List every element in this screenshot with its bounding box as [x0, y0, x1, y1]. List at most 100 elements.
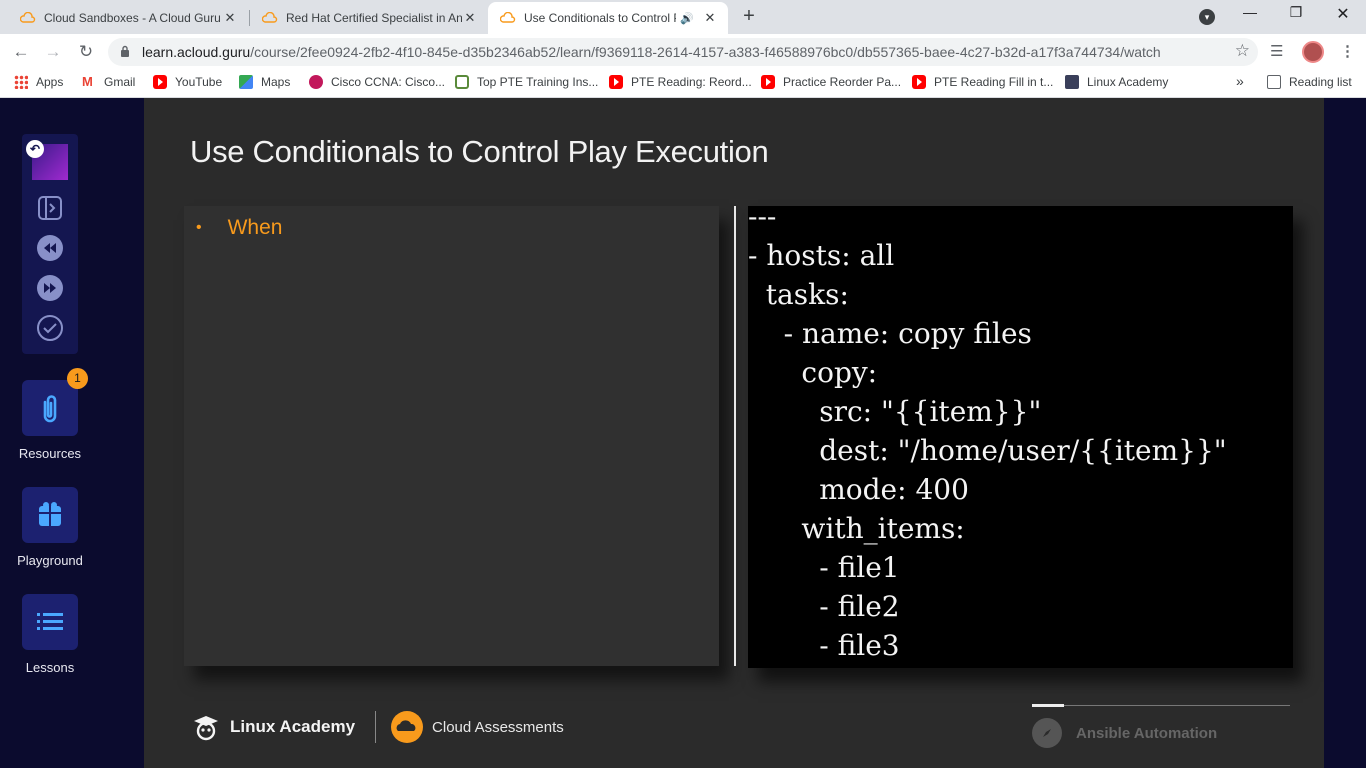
playground-label[interactable]: Playground: [0, 553, 100, 568]
back-icon[interactable]: ←: [10, 41, 32, 63]
gmail-icon: M: [82, 74, 93, 89]
restore-button[interactable]: ❐: [1273, 4, 1319, 21]
rewind-icon[interactable]: [36, 234, 64, 262]
forward-icon[interactable]: →: [42, 41, 64, 63]
footer-branding: Linux Academy Cloud Assessments: [192, 710, 564, 744]
cloud-assessments-text: Cloud Assessments: [432, 718, 564, 736]
tab-title: Red Hat Certified Specialist in An: [286, 11, 462, 25]
tab-title: Use Conditionals to Control P: [524, 11, 677, 25]
paperclip-icon: [43, 395, 57, 423]
back-arrow-icon[interactable]: ↶: [26, 140, 44, 158]
code-line: - hosts: all: [748, 239, 895, 272]
bookmark-cisco[interactable]: Cisco CCNA: Cisco...: [309, 75, 445, 89]
tab-cloud-sandboxes[interactable]: Cloud Sandboxes - A Cloud Guru ✕: [8, 2, 248, 34]
toggle-panel-icon[interactable]: [36, 194, 64, 222]
media-control-icon[interactable]: ☰: [1270, 42, 1283, 60]
tab-search-icon[interactable]: ▾: [1199, 9, 1215, 25]
bookmark-gmail[interactable]: M Gmail: [82, 74, 136, 90]
tab-red-hat-specialist[interactable]: Red Hat Certified Specialist in An ✕: [250, 2, 488, 34]
bookmark-label: Practice Reorder Pa...: [783, 75, 902, 89]
bookmark-pte-reading-reorder[interactable]: PTE Reading: Reord...: [609, 75, 752, 89]
resources-label[interactable]: Resources: [0, 446, 100, 461]
audio-playing-icon[interactable]: 🔊: [680, 12, 694, 25]
reading-list-button[interactable]: Reading list: [1267, 75, 1352, 89]
cloud-assessments-icon: [391, 711, 424, 743]
code-line: mode: 400: [748, 473, 969, 506]
address-bar[interactable]: learn.acloud.guru/course/2fee0924-2fb2-4…: [108, 38, 1258, 66]
youtube-icon: [761, 75, 775, 89]
apps-icon: [14, 75, 28, 89]
code-line: dest: "/home/user/{{item}}": [748, 434, 1227, 467]
code-line: - name: copy files: [748, 317, 1032, 350]
close-tab-icon[interactable]: ✕: [462, 10, 478, 26]
bookmark-label: Gmail: [104, 75, 136, 89]
list-icon: [37, 613, 63, 630]
bookmark-top-pte[interactable]: Top PTE Training Ins...: [455, 75, 598, 89]
video-slide[interactable]: Use Conditionals to Control Play Executi…: [144, 98, 1324, 768]
more-bookmarks-button[interactable]: »: [1236, 73, 1244, 89]
bookmark-label: Apps: [36, 75, 64, 89]
mark-complete-icon[interactable]: [36, 314, 64, 342]
bookmark-youtube[interactable]: YouTube: [153, 75, 222, 89]
bookmark-label: Cisco CCNA: Cisco...: [331, 75, 446, 89]
bullet-text: When: [227, 216, 283, 239]
playground-button[interactable]: [22, 487, 78, 543]
course-player: ↶ 1 Resources Playground Lessons Use Con…: [0, 98, 1366, 768]
resources-button[interactable]: [22, 380, 78, 436]
progress-track: [1032, 705, 1290, 706]
minimize-button[interactable]: —: [1227, 4, 1273, 20]
code-line: copy:: [748, 356, 878, 389]
code-line: src: "{{item}}": [748, 395, 1042, 428]
bookmark-label: PTE Reading: Reord...: [631, 75, 752, 89]
youtube-icon: [609, 75, 623, 89]
reload-icon[interactable]: ↻: [75, 41, 97, 63]
close-window-button[interactable]: ✕: [1320, 4, 1366, 24]
bullet-dot: •: [196, 219, 202, 236]
maps-icon: [239, 75, 253, 89]
slide-title: Use Conditionals to Control Play Executi…: [190, 134, 769, 169]
playground-icon: [39, 502, 61, 526]
bookmark-label: Maps: [261, 75, 291, 89]
menu-icon[interactable]: ⋮: [1340, 42, 1355, 60]
code-line: - file3: [748, 629, 900, 662]
bookmark-label: Top PTE Training Ins...: [477, 75, 599, 89]
lessons-button[interactable]: [22, 594, 78, 650]
acloudguru-icon: [262, 10, 278, 26]
bookmark-pte-fill-in[interactable]: PTE Reading Fill in t...: [912, 75, 1053, 89]
tab-use-conditionals[interactable]: Use Conditionals to Control P 🔊 ✕: [488, 2, 728, 34]
right-margin: [1324, 98, 1366, 768]
code-line: - file1: [748, 551, 900, 584]
footer-separator: [375, 711, 377, 743]
bookmark-label: Linux Academy: [1087, 75, 1169, 89]
close-tab-icon[interactable]: ✕: [222, 10, 238, 26]
code-line: ---: [748, 206, 777, 233]
bookmark-apps[interactable]: Apps: [14, 75, 63, 89]
progress-indicator: [1032, 704, 1064, 707]
player-controls: ↶: [22, 134, 78, 354]
code-line: tasks:: [748, 278, 849, 311]
linux-academy-owl-icon: [194, 716, 218, 741]
course-thumbnail[interactable]: ↶: [26, 140, 68, 180]
divider-line: [734, 206, 736, 666]
bookmarks-bar: Apps M Gmail YouTube Maps Cisco CCNA: Ci…: [0, 70, 1366, 98]
bullet-item: • When: [196, 216, 282, 240]
tab-strip: Cloud Sandboxes - A Cloud Guru ✕ Red Hat…: [0, 0, 1366, 34]
bookmark-linux-academy[interactable]: Linux Academy: [1065, 75, 1168, 89]
fast-forward-icon[interactable]: [36, 274, 64, 302]
acloudguru-icon: [20, 10, 36, 26]
profile-avatar[interactable]: [1302, 41, 1324, 63]
bookmark-star-icon[interactable]: ☆: [1235, 41, 1250, 61]
browser-toolbar: ← → ↻ learn.acloud.guru/course/2fee0924-…: [0, 34, 1366, 70]
ansible-course-label: Ansible Automation: [1032, 718, 1217, 748]
bookmark-practice-reorder[interactable]: Practice Reorder Pa...: [761, 75, 901, 89]
cisco-icon: [309, 75, 323, 89]
lessons-label[interactable]: Lessons: [0, 660, 100, 675]
lock-icon[interactable]: [120, 45, 130, 57]
close-tab-icon[interactable]: ✕: [702, 10, 718, 26]
pte-icon: [455, 75, 469, 89]
bookmark-maps[interactable]: Maps: [239, 75, 290, 89]
acloudguru-icon: [500, 10, 516, 26]
bullet-panel: • When: [184, 206, 719, 666]
new-tab-button[interactable]: +: [738, 6, 760, 28]
bookmark-label: YouTube: [175, 75, 223, 89]
